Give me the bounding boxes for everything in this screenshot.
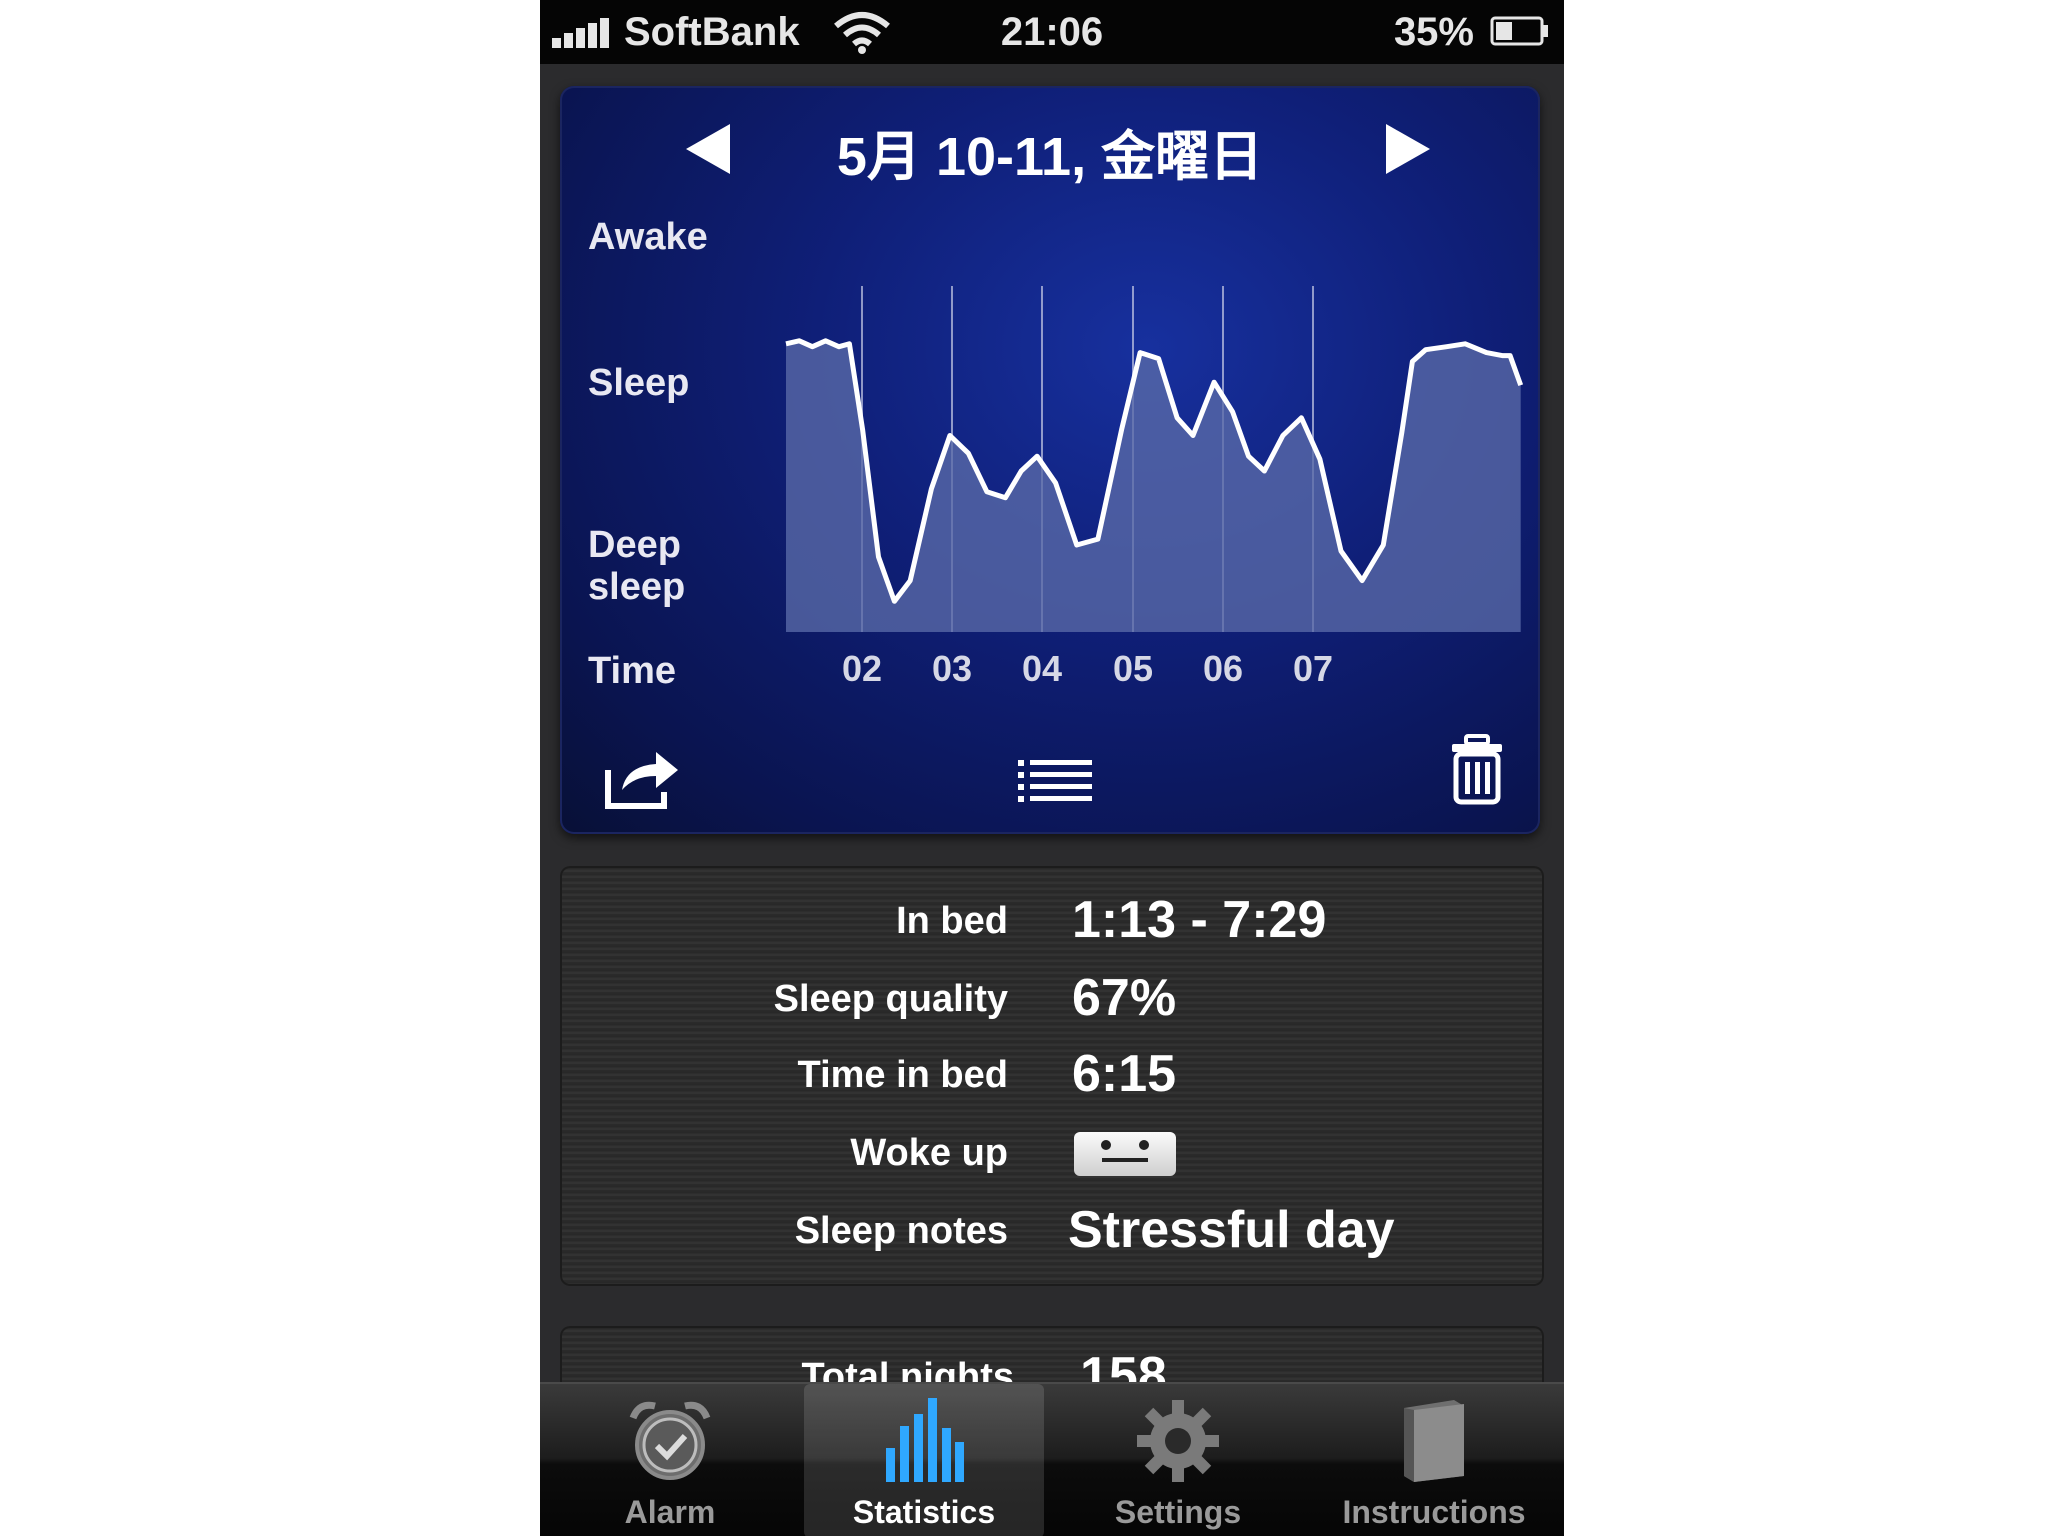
in-bed-value: 1:13 - 7:29	[1072, 891, 1327, 949]
share-icon[interactable]	[602, 746, 682, 812]
tab-label: Statistics	[852, 1494, 996, 1530]
tab-label: Settings	[1114, 1494, 1242, 1530]
battery-percentage: 35%	[1393, 10, 1474, 54]
in-bed-label: In bed	[896, 900, 1008, 942]
list-icon[interactable]	[1018, 758, 1092, 804]
hour-label: 04	[1021, 648, 1063, 689]
sleep-quality-value: 67%	[1072, 969, 1177, 1027]
alarm-clock-icon	[629, 1401, 711, 1480]
gear-icon	[1137, 1400, 1219, 1482]
sleep-notes-label: Sleep notes	[794, 1210, 1008, 1252]
status-bar: SoftBank 21:06 35%	[540, 0, 1564, 64]
sleep-graph-panel: 5月 10-11, 金曜日 Awake Sleep Deep sleep Tim…	[560, 86, 1540, 834]
time-in-bed-label: Time in bed	[797, 1054, 1008, 1096]
hour-label: 07	[1292, 648, 1334, 689]
tab-label: Instructions	[1342, 1494, 1526, 1530]
time-in-bed-value: 6:15	[1072, 1045, 1177, 1103]
hour-label: 05	[1112, 648, 1154, 689]
sleep-info-panel: In bed 1:13 - 7:29 Sleep quality 67% Tim…	[560, 866, 1544, 1286]
tab-instructions[interactable]: Instructions	[1314, 1384, 1554, 1536]
woke-up-label: Woke up	[850, 1132, 1008, 1174]
phone-screen: SoftBank 21:06 35% 5月 10-11, 金曜日 Awake S…	[540, 0, 1564, 1536]
hour-label: 02	[841, 648, 883, 689]
trash-icon[interactable]	[1450, 734, 1504, 806]
book-icon	[1404, 1400, 1464, 1482]
tab-settings[interactable]: Settings	[1058, 1384, 1298, 1536]
sleep-notes-value[interactable]: Stressful day	[1068, 1200, 1395, 1260]
sleep-quality-label: Sleep quality	[773, 978, 1008, 1020]
bar-chart-icon	[886, 1398, 964, 1482]
tab-alarm[interactable]: Alarm	[550, 1384, 790, 1536]
tab-bar: Alarm Statistics Settings Instructions	[540, 1382, 1564, 1536]
neutral-face-icon[interactable]	[1074, 1132, 1176, 1176]
sleep-cycle-graph	[785, 286, 1524, 632]
battery-icon	[1490, 16, 1548, 46]
tab-statistics[interactable]: Statistics	[804, 1384, 1044, 1536]
tab-label: Alarm	[624, 1494, 716, 1530]
hour-label: 03	[931, 648, 973, 689]
hour-label: 06	[1202, 648, 1244, 689]
